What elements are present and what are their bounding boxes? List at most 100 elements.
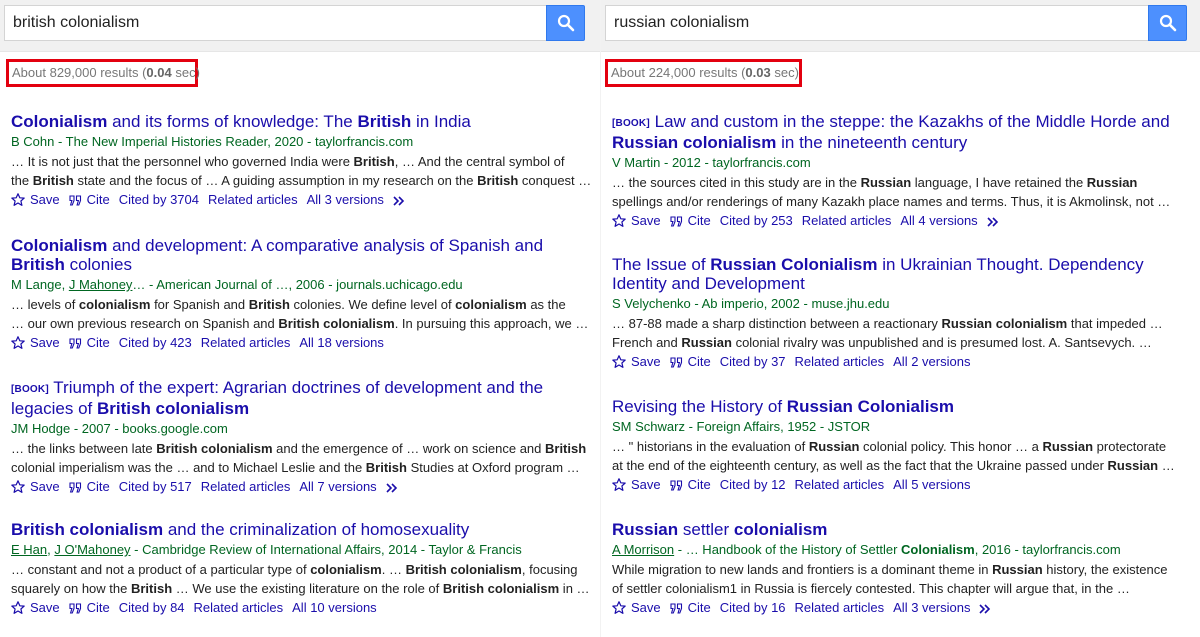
result-snippet: colonial imperialism was the … and to Mi… <box>11 458 596 477</box>
result-title-link[interactable]: [BOOK] Law and custom in the steppe: the… <box>612 112 1196 152</box>
cited-by-link[interactable]: Cited by 16 <box>720 600 786 615</box>
related-articles-link[interactable]: Related articles <box>802 213 892 228</box>
result-title-link[interactable]: British colonialism and the criminalizat… <box>11 520 596 539</box>
save-button[interactable]: Save <box>612 600 661 615</box>
text-fragment: … levels of <box>11 297 79 312</box>
cite-button[interactable]: Cite <box>670 354 711 369</box>
more-chevron-icon[interactable] <box>979 599 998 617</box>
cite-label: Cite <box>687 354 711 369</box>
result-actions: Save Cite Cited by 12 Related articles All 5… <box>612 476 1196 494</box>
save-button[interactable]: Save <box>612 354 661 369</box>
result-title-link[interactable]: Colonialism and its forms of knowledge: … <box>11 112 596 131</box>
result-actions: Save Cite Cited by 16 Related articles All 3… <box>612 599 1196 617</box>
star-icon <box>612 476 631 494</box>
all-versions-link[interactable]: All 2 versions <box>893 354 970 369</box>
text-fragment: in India <box>411 112 471 131</box>
highlight-term: British colonialism <box>97 399 250 418</box>
result-snippet: … 87-88 made a sharp distinction between… <box>612 314 1196 333</box>
cite-button[interactable]: Cite <box>670 477 711 492</box>
text-fragment: B Cohn - The New Imperial Histories Read… <box>11 134 414 149</box>
text-fragment: Studies at Oxford program … <box>406 460 580 475</box>
highlight-term: Russian <box>681 335 732 350</box>
all-versions-link[interactable]: All 3 versions <box>893 600 970 615</box>
highlight-term: British <box>11 255 65 274</box>
save-button[interactable]: Save <box>11 335 60 350</box>
cite-button[interactable]: Cite <box>69 479 110 494</box>
highlight-term: Russian <box>1042 439 1094 454</box>
text-fragment: - Cambridge Review of International Affa… <box>130 542 522 557</box>
more-chevron-icon[interactable] <box>386 478 405 496</box>
related-articles-link[interactable]: Related articles <box>194 600 284 615</box>
save-label: Save <box>30 479 60 494</box>
text-fragment: language, I have retained the <box>911 175 1087 190</box>
result-title-link[interactable]: Colonialism and development: A comparati… <box>11 236 596 274</box>
more-chevron-icon[interactable] <box>987 212 1006 230</box>
save-button[interactable]: Save <box>11 479 60 494</box>
cited-by-link[interactable]: Cited by 253 <box>720 213 793 228</box>
related-articles-link[interactable]: Related articles <box>795 354 885 369</box>
result-item: Russian settler colonialism A Morrison - … <box>612 520 1196 617</box>
highlight-term: British colonialism <box>156 441 273 456</box>
stats-prefix: About 224,000 results ( <box>611 65 746 80</box>
related-articles-link[interactable]: Related articles <box>795 600 885 615</box>
stats-prefix: About 829,000 results ( <box>12 65 147 80</box>
cite-button[interactable]: Cite <box>69 600 110 615</box>
search-input[interactable]: british colonialism <box>4 5 546 41</box>
highlight-term: colonialism <box>310 562 382 577</box>
result-snippet: … It is not just that the personnel who … <box>11 152 596 171</box>
cite-button[interactable]: Cite <box>69 192 110 207</box>
result-title-link[interactable]: [BOOK] Triumph of the expert: Agrarian d… <box>11 378 596 418</box>
result-title-link[interactable]: The Issue of Russian Colonialism in Ukra… <box>612 255 1196 293</box>
all-versions-link[interactable]: All 10 versions <box>292 600 377 615</box>
text-fragment: in … <box>559 581 590 596</box>
highlight-term: colonialism <box>455 297 527 312</box>
cited-by-link[interactable]: Cited by 3704 <box>119 192 199 207</box>
cited-by-link[interactable]: Cited by 12 <box>720 477 786 492</box>
cited-by-link[interactable]: Cited by 84 <box>119 600 185 615</box>
save-button[interactable]: Save <box>11 192 60 207</box>
text-fragment: colonial policy. This honor … a <box>859 439 1043 454</box>
cite-label: Cite <box>687 600 711 615</box>
save-button[interactable]: Save <box>612 213 661 228</box>
cited-by-link[interactable]: Cited by 37 <box>720 354 786 369</box>
highlight-term: Colonialism <box>901 542 975 557</box>
star-icon <box>11 599 30 617</box>
stats-suffix: sec) <box>770 65 799 80</box>
star-icon <box>612 212 631 230</box>
search-input[interactable]: russian colonialism <box>605 5 1148 41</box>
all-versions-link[interactable]: All 18 versions <box>299 335 384 350</box>
cited-by-link[interactable]: Cited by 517 <box>119 479 192 494</box>
highlight-term: British <box>353 154 395 169</box>
text-fragment: … - American Journal of …, 2006 - journa… <box>132 277 463 292</box>
related-articles-link[interactable]: Related articles <box>795 477 885 492</box>
related-articles-link[interactable]: Related articles <box>201 479 291 494</box>
cited-by-link[interactable]: Cited by 423 <box>119 335 192 350</box>
text-fragment: … " historians in the evaluation of <box>612 439 809 454</box>
save-button[interactable]: Save <box>612 477 661 492</box>
search-button[interactable] <box>1148 5 1187 41</box>
save-button[interactable]: Save <box>11 600 60 615</box>
all-versions-link[interactable]: All 4 versions <box>900 213 977 228</box>
search-bar: british colonialism <box>0 0 600 52</box>
search-button[interactable] <box>546 5 585 41</box>
more-chevron-icon[interactable] <box>393 191 412 209</box>
cite-button[interactable]: Cite <box>670 600 711 615</box>
result-authors: S Velychenko - Ab imperio, 2002 - muse.j… <box>612 295 1196 313</box>
highlight-term: Russian colonialism <box>941 316 1068 331</box>
result-actions: Save Cite Cited by 253 Related articles All … <box>612 212 1196 230</box>
result-title-link[interactable]: Revising the History of Russian Colonial… <box>612 397 1196 416</box>
result-actions: Save Cite Cited by 37 Related articles All 2… <box>612 353 1196 371</box>
cite-button[interactable]: Cite <box>670 213 711 228</box>
text-fragment: in the nineteenth century <box>776 133 968 152</box>
text-fragment: … 87-88 made a sharp distinction between… <box>612 316 942 331</box>
result-authors: B Cohn - The New Imperial Histories Read… <box>11 133 596 151</box>
star-icon <box>11 334 30 352</box>
related-articles-link[interactable]: Related articles <box>208 192 298 207</box>
result-title-link[interactable]: Russian settler colonialism <box>612 520 1196 539</box>
all-versions-link[interactable]: All 7 versions <box>299 479 376 494</box>
all-versions-link[interactable]: All 3 versions <box>307 192 384 207</box>
all-versions-link[interactable]: All 5 versions <box>893 477 970 492</box>
cite-button[interactable]: Cite <box>69 335 110 350</box>
related-articles-link[interactable]: Related articles <box>201 335 291 350</box>
highlight-term: British <box>477 173 519 188</box>
